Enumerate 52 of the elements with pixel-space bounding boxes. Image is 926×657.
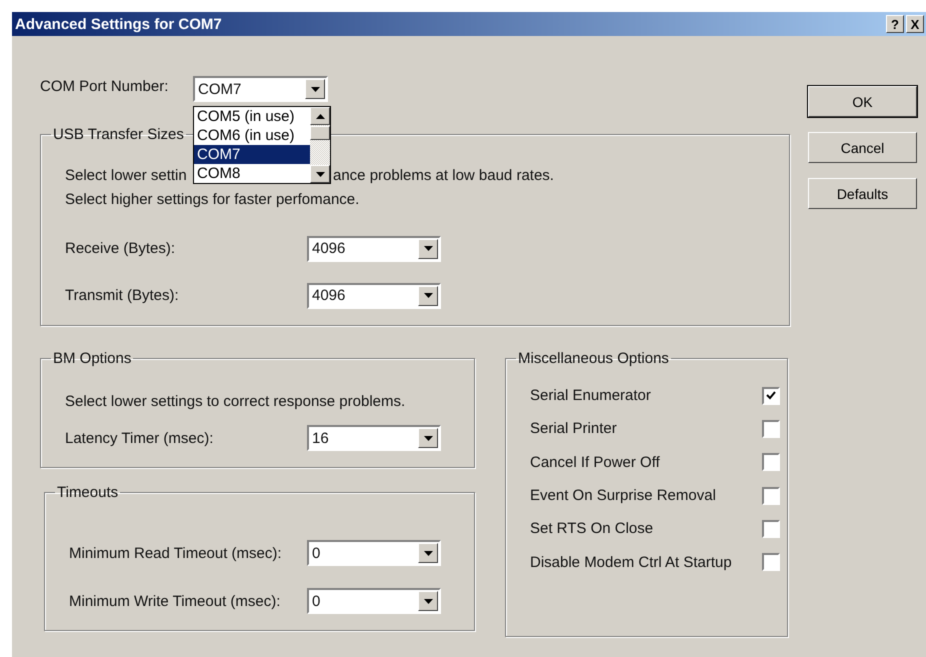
down-arrow-icon (310, 86, 320, 92)
dialog-button[interactable]: Cancel (808, 132, 917, 163)
dropdown-option[interactable]: COM7 (194, 145, 310, 164)
field-label: COM Port Number: (40, 77, 170, 95)
option-label: Event On Surprise Removal (530, 487, 716, 504)
option-label: Serial Printer (530, 420, 617, 438)
down-arrow-icon (316, 172, 324, 176)
checkbox[interactable] (762, 453, 780, 472)
checkbox[interactable] (762, 486, 780, 505)
option-label: Set RTS On Close (530, 520, 654, 538)
group-title: BM Options (52, 350, 132, 367)
group-title: Timeouts (56, 484, 120, 501)
checkbox[interactable] (762, 520, 780, 538)
dropdown-field[interactable]: 16 (307, 425, 441, 451)
hint-text: Select higher settings for faster perfomance. (65, 190, 360, 208)
option-label: Disable Modem Ctrl At Startup (530, 554, 732, 571)
field-label: Latency Timer (msec): (65, 430, 214, 446)
hint-text: ance problems at low baud rates. (333, 166, 554, 184)
dropdown-field[interactable]: 4096 (307, 236, 441, 262)
dropdown-field[interactable]: 0 (307, 540, 441, 566)
down-arrow-icon (424, 436, 432, 440)
scrollbar[interactable] (310, 107, 330, 183)
dropdown-field[interactable]: COM7 (193, 76, 328, 102)
checkbox[interactable] (762, 553, 780, 572)
scroll-up-button[interactable] (310, 107, 330, 125)
down-arrow-icon (424, 246, 432, 251)
down-arrow-icon (424, 598, 432, 604)
dropdown-field[interactable]: 0 (307, 588, 441, 614)
group-title: USB Transfer Sizes (52, 126, 185, 143)
checkbox[interactable] (762, 386, 780, 405)
close-button[interactable]: X (906, 15, 924, 33)
option-label: Cancel If Power Off (530, 454, 660, 471)
checkmark-icon (766, 391, 776, 400)
window-title: Advanced Settings for COM7 (15, 16, 222, 32)
scroll-thumb[interactable] (310, 126, 330, 140)
field-label: Minimum Write Timeout (msec): (69, 592, 282, 610)
option-label: Serial Enumerator (530, 387, 651, 404)
hint-text: Select lower settings to correct response problems. (65, 392, 406, 410)
up-arrow-icon (316, 114, 324, 118)
dialog-button[interactable]: OK (808, 86, 917, 117)
field-label: Receive (Bytes): (65, 240, 176, 257)
down-arrow-icon (424, 293, 432, 298)
hint-text: Select lower settin (65, 166, 187, 184)
dialog-button[interactable]: Defaults (808, 178, 917, 209)
dropdown-field[interactable]: 4096 (307, 282, 441, 308)
group-title: Miscellaneous Options (517, 350, 670, 367)
help-button[interactable]: ? (886, 15, 904, 33)
checkbox[interactable] (762, 420, 780, 438)
field-label: Transmit (Bytes): (65, 287, 180, 304)
scroll-down-button[interactable] (310, 165, 330, 183)
down-arrow-icon (424, 550, 432, 556)
field-label: Minimum Read Timeout (msec): (69, 544, 283, 562)
